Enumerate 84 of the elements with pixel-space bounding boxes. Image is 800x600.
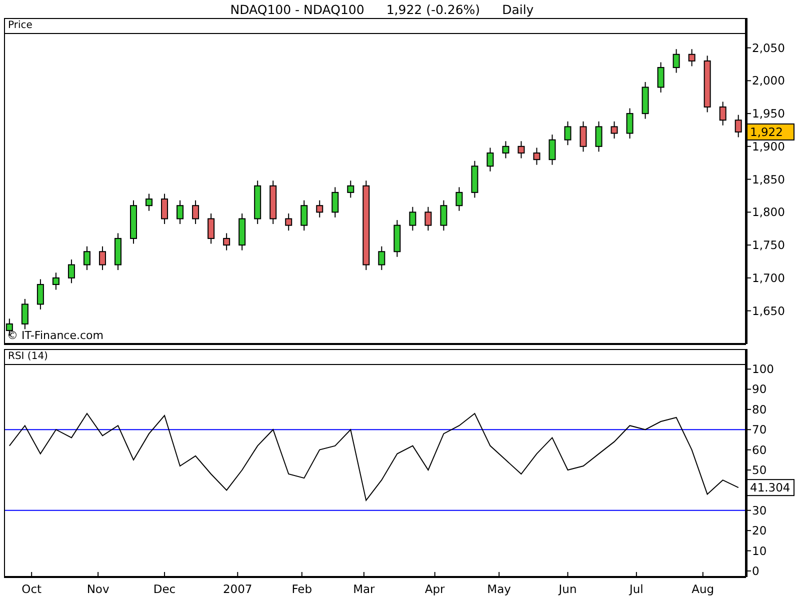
axis-label: 1,650 (752, 304, 785, 318)
candlestick (610, 120, 618, 140)
candlestick (734, 114, 742, 138)
candlestick (657, 62, 664, 94)
candlestick (595, 120, 602, 152)
quote-text: 1,922 (-0.26%) (386, 2, 480, 16)
candlestick (114, 232, 122, 271)
candlestick (270, 180, 277, 224)
axis-label: 30 (752, 503, 767, 518)
candlestick (548, 134, 556, 166)
axis-label: 50 (752, 463, 767, 477)
candlestick (626, 108, 634, 140)
candlestick (471, 160, 478, 198)
panel-title: RSI (14) (5, 350, 745, 365)
axis-label: 60 (752, 442, 767, 457)
axis-label: 80 (752, 402, 767, 416)
axis-label: Nov (86, 582, 110, 596)
candlestick (176, 200, 184, 224)
axis-label: 70 (752, 422, 767, 437)
candlestick (332, 186, 339, 218)
candlestick (440, 200, 448, 232)
candlestick (456, 186, 463, 212)
candlestick (300, 200, 308, 232)
candlestick (347, 180, 354, 198)
axis-label: 2,050 (752, 40, 785, 55)
axis-label: Aug (692, 582, 714, 596)
axis-label: Mar (353, 582, 375, 596)
axis-label: May (487, 582, 511, 596)
candlestick (502, 140, 510, 159)
axis-label: 100 (752, 362, 774, 376)
candlestick (378, 246, 386, 271)
axis-label: 1,950 (752, 106, 785, 121)
candlestick (68, 259, 75, 284)
panel-title: Price (5, 19, 745, 34)
candlestick (223, 232, 230, 251)
period-label: Daily (502, 2, 534, 16)
candlestick (424, 206, 432, 232)
axis-label: Jun (558, 582, 577, 596)
candlestick (146, 193, 152, 212)
axis-label: Oct (22, 582, 42, 596)
candlestick (518, 140, 525, 159)
candlestick (719, 101, 726, 126)
candlestick (580, 120, 587, 152)
candlestick (254, 180, 262, 224)
axis-label: 0 (752, 564, 760, 577)
axis-label: 1,850 (752, 172, 785, 186)
candlestick (642, 82, 649, 120)
axis-label: 2007 (223, 582, 252, 596)
candlestick (672, 48, 680, 74)
axis-label: 1,800 (752, 205, 785, 220)
axis-label: Apr (424, 582, 445, 596)
candlestick (238, 212, 246, 251)
candlestick (564, 120, 572, 146)
axis-label: 1,900 (752, 139, 785, 154)
axis-label: 10 (752, 544, 767, 558)
axis-label: 1,750 (752, 238, 785, 252)
candlestick (161, 193, 168, 224)
candlestick (394, 220, 401, 258)
candlestick (83, 246, 90, 271)
candlestick (704, 55, 711, 113)
candlestick (285, 212, 292, 232)
last-value-label: 1,922 (746, 123, 794, 140)
axis-label: Feb (292, 582, 312, 596)
candlestick (208, 212, 215, 244)
axis-label: Dec (153, 582, 176, 596)
candlestick (688, 48, 696, 67)
candlestick (486, 147, 494, 172)
axis-label: 1,700 (752, 270, 785, 285)
axis-label: 2,000 (752, 74, 785, 88)
candlestick (409, 206, 416, 232)
candlestick (52, 272, 60, 290)
candlestick (36, 278, 44, 310)
candlestick (21, 298, 28, 330)
chart-title: NDAQ100 - NDAQ100 (230, 2, 364, 16)
candlestick (98, 246, 106, 271)
candlestick (130, 200, 137, 244)
candlestick (192, 200, 200, 224)
axis-label: 20 (752, 524, 767, 538)
axis-label: Jul (630, 582, 644, 596)
last-value-label: 41.304 (746, 479, 794, 496)
candlestick (316, 200, 324, 218)
candlestick (533, 147, 540, 166)
axis-label: 90 (752, 382, 767, 396)
credit-text: © IT-Finance.com (7, 329, 104, 342)
